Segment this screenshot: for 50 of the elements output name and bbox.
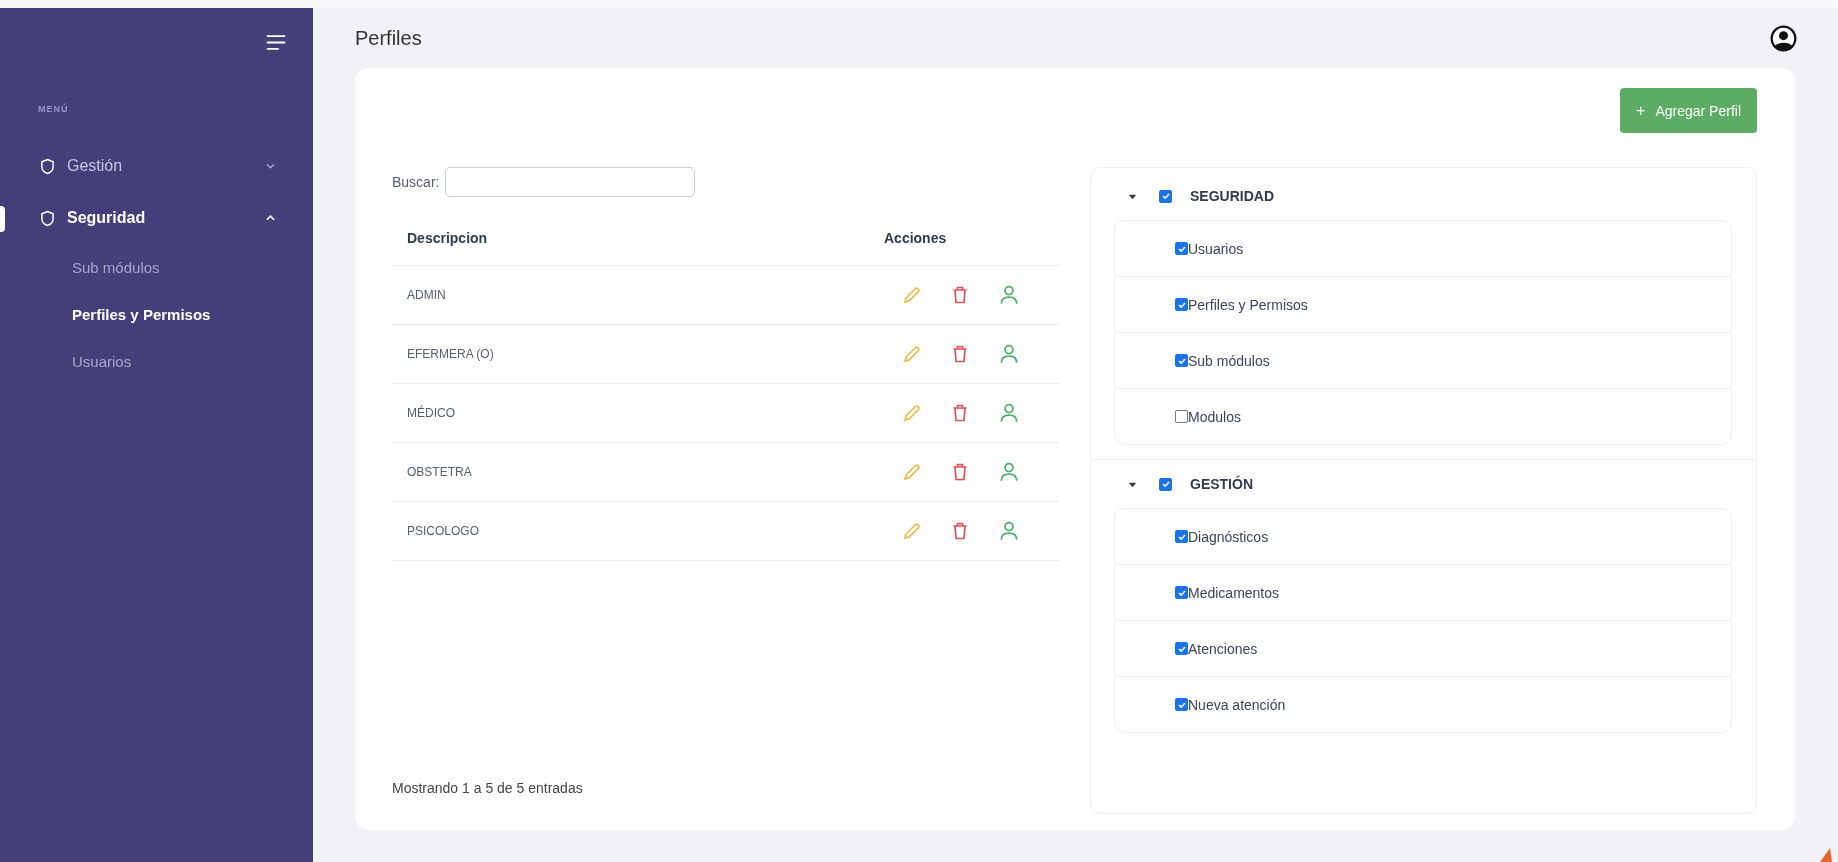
- submenu-item[interactable]: Sub módulos: [0, 244, 313, 291]
- checkbox[interactable]: [1175, 586, 1188, 599]
- search-label: Buscar:: [392, 174, 440, 190]
- menu-icon[interactable]: [265, 34, 287, 51]
- search-field[interactable]: [445, 167, 696, 197]
- checkbox[interactable]: [1159, 189, 1172, 203]
- permission-label: Sub módulos: [1188, 352, 1270, 369]
- table-cell: ADMIN: [392, 265, 879, 325]
- submenu-item[interactable]: Usuarios: [0, 338, 313, 385]
- nav-item[interactable]: Gestión: [0, 140, 313, 192]
- user-icon[interactable]: [998, 402, 1020, 424]
- shield-icon: [40, 209, 55, 227]
- corner-icon: [1820, 848, 1832, 862]
- table-cell: MÉDICO: [392, 383, 879, 443]
- permission-label: Medicamentos: [1188, 584, 1280, 601]
- user-icon[interactable]: [998, 343, 1020, 365]
- table-info: Mostrando 1 a 5 de 5 entradas: [392, 780, 584, 798]
- table-cell: OBSTETRA: [392, 442, 879, 502]
- shield-icon: [40, 157, 55, 175]
- checkbox[interactable]: [1175, 354, 1188, 367]
- checkbox[interactable]: [1175, 298, 1188, 311]
- permission-label: Modulos: [1188, 408, 1241, 425]
- permission-label: Atenciones: [1188, 640, 1258, 657]
- nav-item[interactable]: Seguridad: [0, 192, 313, 244]
- column-header: Descripcion: [392, 211, 879, 266]
- checkbox[interactable]: [1175, 410, 1188, 423]
- permission-label: Perfiles y Permisos: [1188, 296, 1308, 313]
- group-label: GESTIÓN: [1190, 476, 1253, 492]
- user-icon[interactable]: [998, 461, 1020, 483]
- chevron-icon: [266, 163, 275, 169]
- chevron-icon: [266, 215, 275, 221]
- page-title: Perfiles: [355, 26, 422, 50]
- checkbox[interactable]: [1175, 698, 1188, 711]
- group-label: SEGURIDAD: [1190, 188, 1274, 204]
- submenu-item[interactable]: Perfiles y Permisos: [0, 291, 313, 338]
- table-cell: PSICOLOGO: [392, 501, 879, 561]
- user-avatar-icon[interactable]: [1770, 24, 1797, 52]
- checkbox[interactable]: [1175, 242, 1188, 255]
- user-icon[interactable]: [998, 520, 1020, 542]
- checkbox[interactable]: [1175, 642, 1188, 655]
- menu-label: MENÚ: [37, 104, 70, 114]
- permission-label: Usuarios: [1188, 240, 1244, 257]
- checkbox[interactable]: [1159, 477, 1172, 491]
- column-header: Acciones: [879, 211, 1060, 266]
- user-icon[interactable]: [998, 284, 1020, 306]
- active-indicator: [0, 206, 5, 232]
- table-cell: EFERMERA (O): [392, 324, 879, 384]
- permission-label: Diagnósticos: [1188, 528, 1269, 545]
- permission-label: Nueva atención: [1188, 696, 1286, 713]
- checkbox[interactable]: [1175, 530, 1188, 543]
